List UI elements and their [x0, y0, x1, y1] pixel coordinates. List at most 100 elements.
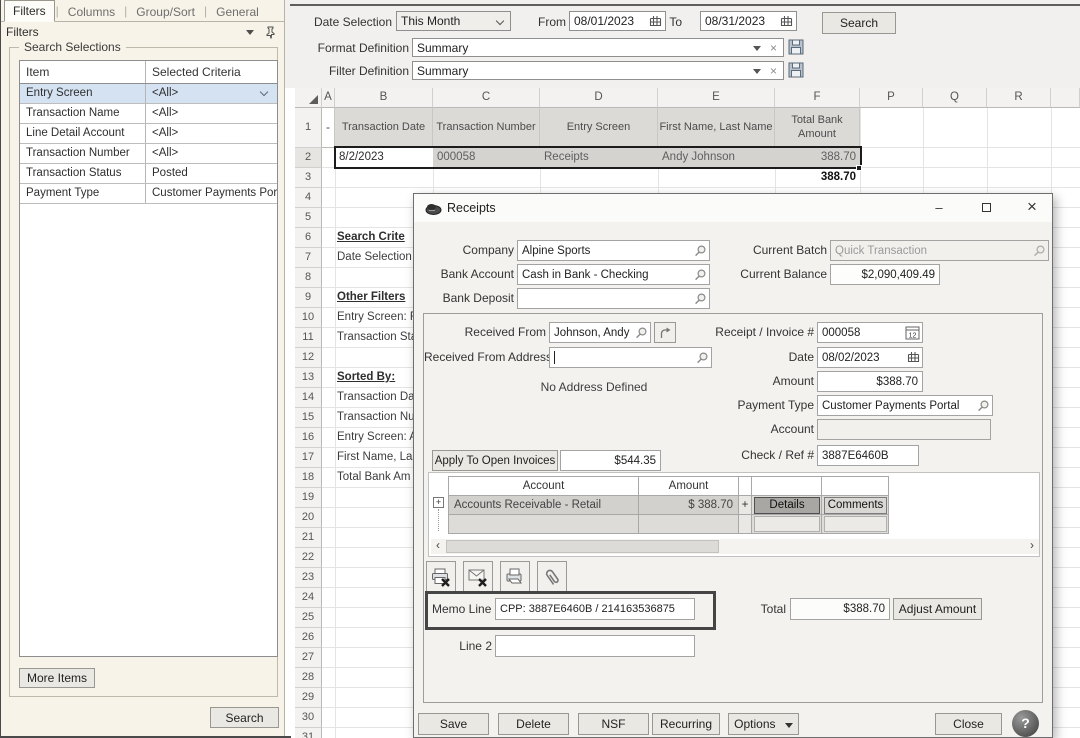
bank-account-field[interactable] [517, 264, 710, 285]
search-icon[interactable] [693, 268, 707, 282]
column-header-r[interactable]: R [987, 88, 1051, 108]
row-header-12[interactable]: 12 [295, 348, 322, 368]
row-header-1[interactable]: 1 [295, 108, 322, 148]
pin-icon[interactable] [266, 26, 276, 39]
close-dialog-button[interactable]: Close [935, 713, 1002, 735]
row-header-27[interactable]: 27 [295, 648, 322, 668]
cell-header-transaction-date[interactable]: Transaction Date [335, 108, 433, 148]
row-header-18[interactable]: 18 [295, 468, 322, 488]
apply-amount-field[interactable] [560, 450, 661, 471]
cell-transaction-date[interactable]: 8/2/2023 [335, 148, 433, 168]
table-row-transaction-name[interactable]: Transaction Name <All> [20, 104, 277, 124]
options-button[interactable]: Options [728, 713, 799, 735]
table-row-transaction-status[interactable]: Transaction Status Posted [20, 164, 277, 184]
scroll-left-icon[interactable]: ‹ [431, 539, 445, 554]
attachment-button[interactable] [537, 561, 567, 592]
row-header-6[interactable]: 6 [295, 228, 322, 248]
row-header-28[interactable]: 28 [295, 668, 322, 688]
cell-name[interactable]: Andy Johnson [658, 148, 775, 168]
tab-general[interactable]: General [208, 2, 267, 22]
filter-definition-field[interactable]: × [412, 61, 784, 80]
delete-button[interactable]: Delete [498, 713, 569, 735]
column-header-p[interactable]: P [860, 88, 923, 108]
row-header-21[interactable]: 21 [295, 528, 322, 548]
current-batch-field[interactable] [830, 240, 1049, 261]
row-header-25[interactable]: 25 [295, 608, 322, 628]
memo-line1-field[interactable] [495, 598, 695, 620]
row-header-24[interactable]: 24 [295, 588, 322, 608]
row-header-26[interactable]: 26 [295, 628, 322, 648]
check-ref-field[interactable] [817, 445, 919, 466]
tab-columns[interactable]: Columns [60, 2, 123, 22]
minimize-button[interactable]: – [923, 197, 955, 219]
save-button[interactable]: Save [418, 713, 489, 735]
amount-field[interactable] [817, 371, 923, 392]
row-header-31[interactable]: 31 [295, 728, 322, 738]
from-date-field[interactable] [569, 11, 666, 31]
nsf-button[interactable]: NSF [578, 713, 649, 735]
column-header-e[interactable]: E [658, 88, 775, 108]
row-header-2[interactable]: 2 [295, 148, 322, 168]
cell-total-bank-amount[interactable]: 388.70 [775, 148, 860, 168]
row-header-23[interactable]: 23 [295, 568, 322, 588]
panel-search-button[interactable]: Search [210, 707, 279, 728]
clear-icon[interactable]: × [770, 41, 777, 55]
payment-type-field[interactable] [817, 395, 993, 416]
received-from-field[interactable] [549, 322, 651, 343]
search-icon[interactable] [976, 399, 990, 413]
dialog-titlebar[interactable]: Receipts – × [414, 194, 1052, 222]
cell-entry-screen[interactable]: Receipts [540, 148, 658, 168]
tab-group-sort[interactable]: Group/Sort [128, 2, 203, 22]
expand-icon[interactable]: + [433, 497, 444, 508]
save-definition-icon[interactable] [788, 62, 804, 78]
cell-transaction-number[interactable]: 000058 [433, 148, 540, 168]
recurring-button[interactable]: Recurring [652, 713, 720, 735]
row-header-16[interactable]: 16 [295, 428, 322, 448]
save-definition-icon[interactable] [788, 39, 804, 55]
chevron-down-icon[interactable] [260, 88, 268, 96]
column-header-d[interactable]: D [540, 88, 658, 108]
detail-cell-amount-empty[interactable] [639, 515, 739, 534]
account-field[interactable] [817, 419, 991, 440]
calendar-icon[interactable] [907, 351, 920, 364]
column-header-b[interactable]: B [335, 88, 433, 108]
company-field[interactable] [517, 240, 710, 261]
row-header-4[interactable]: 4 [295, 188, 322, 208]
tab-filters[interactable]: Filters [4, 0, 55, 22]
column-header-a[interactable]: A [322, 88, 335, 108]
date-selection-select[interactable] [396, 11, 511, 31]
row-header-15[interactable]: 15 [295, 408, 322, 428]
row-header-8[interactable]: 8 [295, 268, 322, 288]
row-header-5[interactable]: 5 [295, 208, 322, 228]
row-header-20[interactable]: 20 [295, 508, 322, 528]
row-header-10[interactable]: 10 [295, 308, 322, 328]
close-button[interactable]: × [1016, 197, 1048, 219]
transfer-customer-button[interactable] [654, 322, 676, 343]
row-header-9[interactable]: 9 [295, 288, 322, 308]
comments-button[interactable]: Comments [824, 497, 887, 514]
select-all-corner[interactable] [295, 88, 322, 108]
detail-cell-account-empty[interactable] [448, 515, 639, 534]
maximize-button[interactable] [970, 197, 1002, 219]
help-icon[interactable]: ? [1012, 710, 1039, 737]
scrollbar-thumb[interactable] [446, 540, 719, 553]
print-cancel-button[interactable] [426, 561, 456, 592]
column-header-extra[interactable] [1051, 88, 1080, 108]
detail-cell-amount[interactable]: $ 388.70 [639, 496, 739, 515]
row-header-29[interactable]: 29 [295, 688, 322, 708]
row-header-19[interactable]: 19 [295, 488, 322, 508]
scroll-right-icon[interactable]: › [1025, 539, 1039, 554]
invoice-number-icon[interactable]: 12 [905, 326, 920, 340]
row-header-14[interactable]: 14 [295, 388, 322, 408]
row-header-17[interactable]: 17 [295, 448, 322, 468]
receipt-invoice-field[interactable]: 12 [817, 322, 923, 343]
to-date-field[interactable] [700, 11, 797, 31]
row-header-13[interactable]: 13 [295, 368, 322, 388]
format-definition-field[interactable]: × [412, 38, 784, 57]
date-field[interactable] [817, 347, 923, 368]
row-header-22[interactable]: 22 [295, 548, 322, 568]
detail-cell-account[interactable]: Accounts Receivable - Retail [448, 496, 639, 515]
column-header-f[interactable]: F [775, 88, 860, 108]
cell-header-entry-screen[interactable]: Entry Screen [540, 108, 658, 148]
row-header-3[interactable]: 3 [295, 168, 322, 188]
